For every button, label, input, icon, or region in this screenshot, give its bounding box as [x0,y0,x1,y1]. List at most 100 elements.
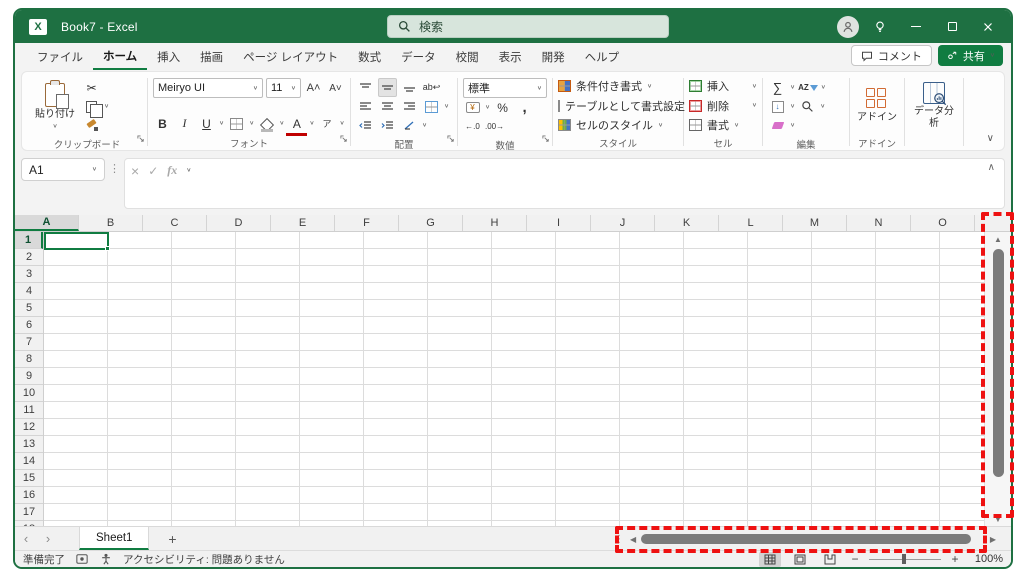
font-dialog-launcher[interactable] [340,130,348,148]
column-header[interactable]: H [463,215,527,231]
row-header[interactable]: 13 [15,436,43,453]
align-left-button[interactable] [356,97,375,116]
number-dialog-launcher[interactable] [542,130,550,148]
row-header[interactable]: 11 [15,402,43,419]
ribbon-tab[interactable]: データ [391,44,446,69]
sort-filter-button[interactable]: AZ [798,78,818,97]
align-bottom-button[interactable] [400,78,419,97]
ribbon-tab[interactable]: ファイル [27,44,93,69]
column-header[interactable]: L [719,215,783,231]
zoom-slider-thumb[interactable] [902,554,906,564]
ribbon-tab[interactable]: 挿入 [147,44,190,69]
fill-handle[interactable] [105,246,110,251]
column-header[interactable]: J [591,215,655,231]
wrap-text-button[interactable]: ab↩ [422,78,441,97]
accessibility-button[interactable] [99,553,113,565]
selected-cell-a1[interactable] [44,232,109,250]
addins-button[interactable]: アドイン [855,86,899,126]
column-header[interactable]: N [847,215,911,231]
align-right-button[interactable] [400,97,419,116]
row-header[interactable]: 12 [15,419,43,436]
macro-record-button[interactable] [75,553,89,565]
ribbon-tab[interactable]: ページ レイアウト [233,44,348,69]
number-format-combo[interactable]: 標準 ∨ [463,78,547,98]
decrease-indent-button[interactable] [356,116,375,135]
autosum-button[interactable]: ∑ [768,78,787,97]
chevron-down-icon[interactable]: ∨ [790,85,795,91]
orientation-button[interactable] [400,116,419,135]
align-center-button[interactable] [378,97,397,116]
column-header[interactable]: C [143,215,207,231]
zoom-level[interactable]: 100% [969,553,1003,565]
row-header[interactable]: 3 [15,266,43,283]
format-cells-button[interactable]: 書式 ∨ [689,117,757,133]
conditional-formatting-button[interactable]: 条件付き書式 ∨ [558,78,678,94]
row-header[interactable]: 1 [15,232,43,249]
sheet-nav-left[interactable]: ‹ [15,527,37,550]
cell-styles-button[interactable]: セルのスタイル ∨ [558,117,678,133]
currency-format-button[interactable]: ¥ [463,98,482,117]
row-header[interactable]: 6 [15,317,43,334]
row-header[interactable]: 7 [15,334,43,351]
page-break-preview-button[interactable] [819,552,841,567]
fill-button[interactable]: ↓ [768,97,787,116]
new-sheet-button[interactable]: + [157,527,187,550]
column-header[interactable]: D [207,215,271,231]
tell-me-lightbulb-button[interactable] [865,15,895,39]
ribbon-tab[interactable]: 数式 [348,44,391,69]
insert-function-button[interactable]: fx [167,162,177,179]
cut-button[interactable]: ✂ [82,78,101,97]
row-header[interactable]: 2 [15,249,43,266]
cancel-entry-button[interactable]: × [131,162,139,179]
column-header[interactable]: B [79,215,143,231]
font-name-combo[interactable]: Meiryo UI ∨ [153,78,263,98]
row-header[interactable]: 15 [15,470,43,487]
chevron-down-icon[interactable]: ∨ [340,121,345,127]
increase-decimal-button[interactable]: ←.0 [463,117,482,136]
merge-center-button[interactable] [422,97,441,116]
paste-button[interactable]: 貼り付け ∨ [32,81,78,132]
accessibility-status[interactable]: アクセシビリティ: 問題ありません [123,552,285,567]
page-layout-view-button[interactable] [789,552,811,567]
column-header[interactable]: A [15,215,79,231]
align-top-button[interactable] [356,78,375,97]
chevron-down-icon[interactable]: ∨ [444,104,449,110]
comments-button[interactable]: コメント [851,45,932,66]
collapse-ribbon-chevron[interactable]: ∨ [987,133,994,144]
clipboard-dialog-launcher[interactable] [137,130,145,148]
chevron-down-icon[interactable]: ∨ [422,123,427,129]
close-button[interactable] [973,15,1003,39]
column-header[interactable]: M [783,215,847,231]
percent-style-button[interactable]: % [493,98,512,117]
chevron-down-icon[interactable]: ∨ [790,104,795,110]
fill-color-button[interactable] [257,114,276,133]
column-header[interactable]: O [911,215,975,231]
chevron-down-icon[interactable]: ∨ [186,168,191,174]
row-header[interactable]: 10 [15,385,43,402]
column-header[interactable]: G [399,215,463,231]
column-header[interactable]: E [271,215,335,231]
chevron-down-icon[interactable]: ∨ [249,121,254,127]
alignment-dialog-launcher[interactable] [447,130,455,148]
zoom-slider[interactable] [869,553,941,565]
share-button[interactable]: 共有 ∨ [938,45,1003,66]
chevron-down-icon[interactable]: ∨ [104,104,109,110]
maximize-button[interactable] [937,15,967,39]
chevron-down-icon[interactable]: ∨ [790,123,795,129]
data-analysis-button[interactable]: データ分析 [910,80,958,131]
row-header[interactable]: 4 [15,283,43,300]
search-box[interactable]: 検索 [387,15,669,38]
phonetic-guide-button[interactable]: ア [318,114,337,133]
formula-bar-splitter[interactable]: ⋮ [109,158,120,175]
comma-style-button[interactable]: , [515,98,534,117]
zoom-in-button[interactable]: + [949,552,961,566]
borders-button[interactable] [227,114,246,133]
font-color-button[interactable]: A˄A [287,114,306,133]
sheet-nav-right[interactable]: › [37,527,59,550]
row-header[interactable]: 9 [15,368,43,385]
insert-cells-button[interactable]: 挿入 ∨ [689,78,757,94]
align-middle-button[interactable] [378,78,397,97]
minimize-button[interactable] [901,15,931,39]
format-painter-button[interactable] [82,116,101,135]
cells-area[interactable] [44,232,984,526]
